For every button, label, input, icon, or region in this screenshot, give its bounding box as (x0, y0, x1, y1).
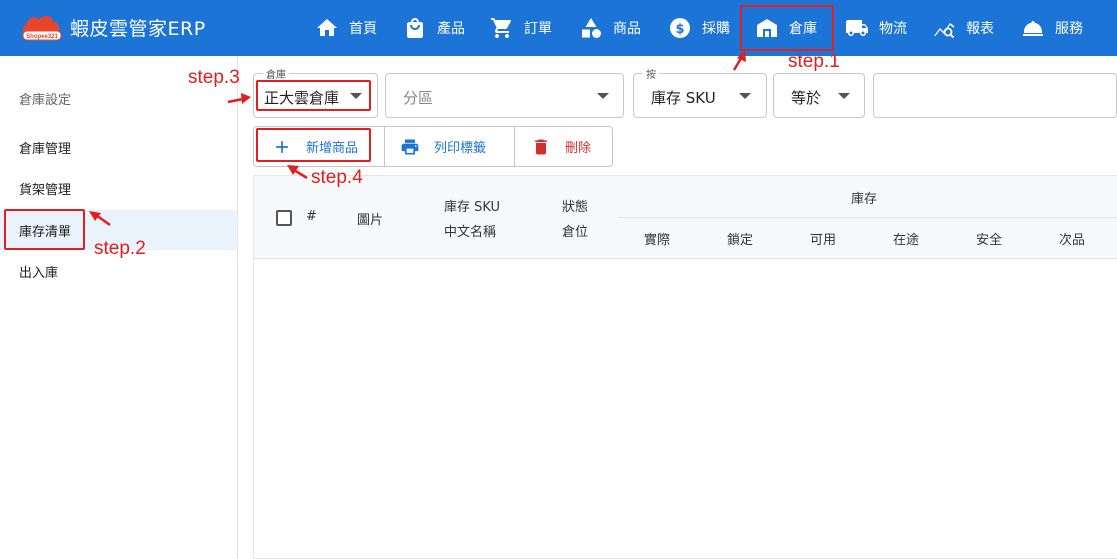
nav-item-label: 報表 (966, 21, 994, 37)
brand-logo-icon[interactable]: Shopee321 (20, 10, 64, 44)
table-body (254, 260, 1117, 559)
search-input[interactable] (873, 73, 1117, 118)
nav-item-purchase[interactable]: $ 採購 (668, 0, 730, 56)
col-stock-defective[interactable]: 次品 (1059, 229, 1085, 248)
col-status[interactable]: 狀態 (562, 196, 588, 215)
home-icon (317, 19, 337, 36)
nav-item-label: 服務 (1055, 21, 1083, 37)
nav-item-reports[interactable]: 報表 (932, 0, 994, 56)
chart-icon (934, 23, 955, 39)
shapes-icon (582, 18, 601, 38)
col-stock-group: 庫存 (851, 192, 878, 207)
dollar-icon: $ (670, 18, 690, 38)
truck-icon (846, 20, 868, 36)
nav-item-label: 首頁 (349, 21, 377, 37)
step1-highlight (740, 5, 834, 51)
nav-item-service[interactable]: 服務 (1021, 0, 1083, 56)
operator-select-value: 等於 (791, 89, 822, 107)
nav-item-label: 採購 (702, 21, 730, 37)
nav-item-label: 產品 (437, 21, 465, 37)
warehouse-select-legend: 倉庫 (263, 66, 289, 81)
svg-text:Shopee321: Shopee321 (26, 34, 58, 40)
col-stock-safety[interactable]: 安全 (976, 229, 1002, 248)
print-label-button[interactable]: 列印標籤 (384, 127, 514, 166)
col-stock-in-transit[interactable]: 在途 (893, 229, 919, 248)
sidebar: 倉庫設定 倉庫管理 貨架管理 庫存清單 出入庫 (0, 56, 238, 559)
col-sku[interactable]: 庫存 SKU (444, 196, 500, 215)
operator-select[interactable]: 等於 (773, 73, 865, 118)
col-index: # (306, 209, 317, 224)
delete-label: 刪除 (565, 141, 592, 156)
nav-item-label: 訂單 (524, 21, 552, 37)
col-stock-available[interactable]: 可用 (810, 229, 836, 248)
nav-item-goods[interactable]: 商品 (579, 0, 641, 56)
trash-icon (535, 139, 547, 154)
printer-icon (401, 139, 419, 154)
nav-item-logistics[interactable]: 物流 (845, 0, 907, 56)
step2-highlight (4, 209, 85, 250)
chevron-down-icon (739, 93, 751, 99)
step2-label: step.2 (94, 238, 146, 259)
brand-title: 蝦皮雲管家ERP (70, 18, 206, 40)
search-by-select[interactable]: 按 庫存 SKU (633, 66, 767, 118)
search-by-select-value: 庫存 SKU (651, 89, 716, 107)
select-all-checkbox[interactable] (276, 210, 292, 226)
col-location[interactable]: 倉位 (562, 221, 588, 240)
col-name[interactable]: 中文名稱 (444, 221, 496, 240)
print-label-label: 列印標籤 (434, 141, 487, 156)
nav-item-home[interactable]: 首頁 (315, 0, 377, 56)
sidebar-item-shelf-management[interactable]: 貨架管理 (0, 168, 237, 208)
sidebar-item-label: 貨架管理 (19, 182, 72, 198)
stock-group-divider (619, 217, 1117, 218)
cart-icon (491, 18, 511, 38)
bag-icon (407, 18, 423, 38)
sidebar-item-label: 出入庫 (19, 265, 59, 281)
col-stock-locked[interactable]: 鎖定 (727, 229, 753, 248)
table-header: # 圖片 庫存 SKU 中文名稱 狀態 倉位 庫存 實際 鎖定 可用 在途 安全… (254, 176, 1117, 259)
top-nav-bar: Shopee321 蝦皮雲管家ERP 首頁 產品 訂單 商品 $ 採購 倉庫 物… (0, 0, 1117, 56)
service-bell-icon (1023, 21, 1043, 36)
nav-item-orders[interactable]: 訂單 (490, 0, 552, 56)
sidebar-item-warehouse-management[interactable]: 倉庫管理 (0, 127, 237, 167)
step1-arrow (732, 54, 745, 71)
search-by-select-legend: 按 (643, 66, 659, 81)
step3-label: step.3 (188, 67, 240, 88)
nav-item-products[interactable]: 產品 (403, 0, 465, 56)
col-stock-actual[interactable]: 實際 (644, 229, 670, 248)
step1-label: step.1 (788, 51, 840, 72)
zone-select-placeholder: 分區 (403, 89, 434, 107)
chevron-down-icon (597, 93, 609, 99)
nav-item-label: 物流 (879, 21, 907, 37)
delete-button[interactable]: 刪除 (514, 127, 612, 166)
app-root: Shopee321 蝦皮雲管家ERP 首頁 產品 訂單 商品 $ 採購 倉庫 物… (0, 0, 1117, 559)
chevron-down-icon (838, 93, 850, 99)
nav-item-label: 商品 (613, 21, 641, 37)
zone-select[interactable]: 分區 (385, 73, 624, 118)
step4-label: step.4 (311, 167, 363, 188)
step3-highlight (256, 80, 371, 111)
step4-highlight (256, 128, 371, 162)
svg-text:$: $ (675, 22, 684, 37)
inventory-table: # 圖片 庫存 SKU 中文名稱 狀態 倉位 庫存 實際 鎖定 可用 在途 安全… (253, 175, 1117, 559)
col-image: 圖片 (357, 213, 384, 228)
sidebar-item-label: 倉庫管理 (19, 141, 72, 157)
